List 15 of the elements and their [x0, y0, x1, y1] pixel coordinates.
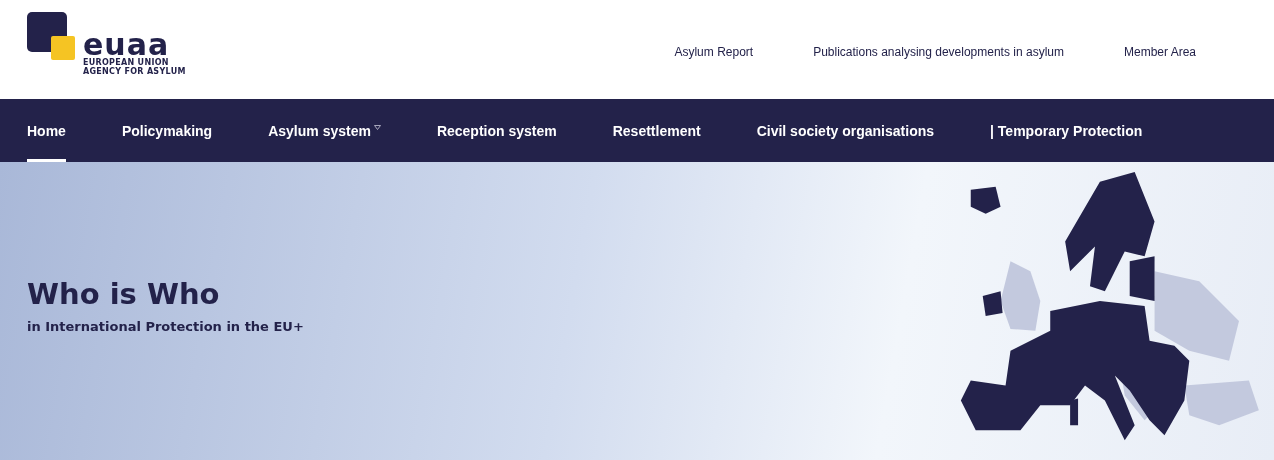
- nav-tab[interactable]: Civil society organisations: [756, 99, 935, 162]
- logo-subtitle: EUROPEAN UNION: [83, 58, 169, 67]
- euaa-logo[interactable]: euaa EUROPEAN UNION AGENCY FOR ASYLUM: [27, 12, 227, 92]
- logo-wordmark: euaa: [83, 32, 170, 58]
- nav-tab[interactable]: Reception system: [436, 99, 557, 162]
- nav-tab[interactable]: Resettlement: [612, 99, 701, 162]
- header-link[interactable]: Publications analysing developments in asylum: [813, 45, 1064, 59]
- header-link[interactable]: Member Area: [1123, 45, 1196, 59]
- nav-tab[interactable]: Policymaking: [121, 99, 213, 162]
- nav-tab[interactable]: | Temporary Protection: [990, 99, 1143, 162]
- header-link[interactable]: Asylum Report: [674, 45, 754, 59]
- nav-tab[interactable]: Asylum system: [268, 99, 381, 162]
- hero-title: Who is Who: [27, 277, 221, 311]
- hero-subtitle: in International Protection in the EU+: [27, 319, 304, 334]
- logo-subtitle: AGENCY FOR ASYLUM: [83, 67, 186, 76]
